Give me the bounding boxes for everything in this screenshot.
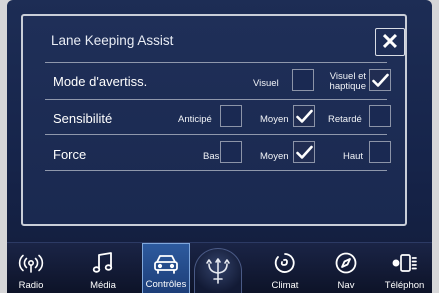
option-label-visuel: Visuel: [253, 78, 279, 89]
checkbox-retarde[interactable]: [369, 105, 391, 127]
dialog-title: Lane Keeping Assist: [51, 33, 174, 48]
music-note-icon: [92, 252, 113, 273]
checkbox-bas[interactable]: [220, 141, 242, 163]
nav-item-controls[interactable]: Contrôles: [142, 243, 190, 293]
trident-logo-icon: [206, 258, 230, 284]
nav-item-media[interactable]: Média: [75, 243, 131, 293]
checkbox-moyen-force[interactable]: [293, 141, 315, 163]
checkmark-icon: [296, 145, 313, 159]
checkbox-visuel-haptique[interactable]: [369, 69, 391, 91]
nav-item-climate[interactable]: Climat: [259, 243, 311, 293]
option-label-visuel-haptique: Visuel et haptique: [329, 71, 366, 92]
climate-fan-icon: [274, 253, 295, 273]
option-label-retarde: Retardé: [328, 114, 362, 125]
option-label-bas: Bas: [203, 151, 220, 162]
nav-item-nav[interactable]: Nav: [321, 243, 371, 293]
checkbox-haut[interactable]: [369, 141, 391, 163]
phone-icon: [392, 254, 417, 272]
trident-logo-button[interactable]: [194, 248, 242, 293]
checkbox-visuel[interactable]: [292, 69, 314, 91]
option-label-moyen: Moyen: [260, 151, 289, 162]
car-icon: [154, 255, 178, 274]
divider: [45, 62, 387, 63]
divider: [45, 134, 387, 135]
nav-label-phone: Téléphon: [384, 280, 425, 291]
nav-item-phone[interactable]: Téléphon: [377, 243, 432, 293]
compass-icon: [335, 252, 357, 274]
nav-label-media: Média: [90, 280, 116, 291]
row-label-force: Force: [53, 147, 87, 162]
divider: [45, 170, 387, 171]
checkmark-icon: [296, 109, 313, 123]
close-icon: ✕: [380, 29, 400, 54]
lane-keeping-assist-dialog: Lane Keeping Assist ✕ Mode d'avertiss. V…: [21, 14, 407, 226]
checkbox-anticipe[interactable]: [220, 105, 242, 127]
radio-icon: [18, 254, 44, 273]
divider: [45, 99, 387, 100]
row-label-warning-mode: Mode d'avertiss.: [53, 74, 148, 89]
nav-label-controls: Contrôles: [145, 279, 187, 290]
nav-label-climate: Climat: [271, 280, 299, 291]
checkbox-moyen-sensitivity[interactable]: [293, 105, 315, 127]
close-button[interactable]: ✕: [375, 28, 405, 56]
option-label-anticipe: Anticipé: [178, 114, 212, 125]
nav-item-radio[interactable]: Radio: [7, 243, 55, 293]
checkmark-icon: [372, 73, 389, 87]
nav-label-radio: Radio: [18, 280, 44, 291]
row-label-sensitivity: Sensibilité: [53, 111, 113, 126]
option-label-moyen: Moyen: [260, 114, 289, 125]
option-label-haut: Haut: [343, 151, 364, 162]
nav-label-nav: Nav: [337, 280, 355, 291]
